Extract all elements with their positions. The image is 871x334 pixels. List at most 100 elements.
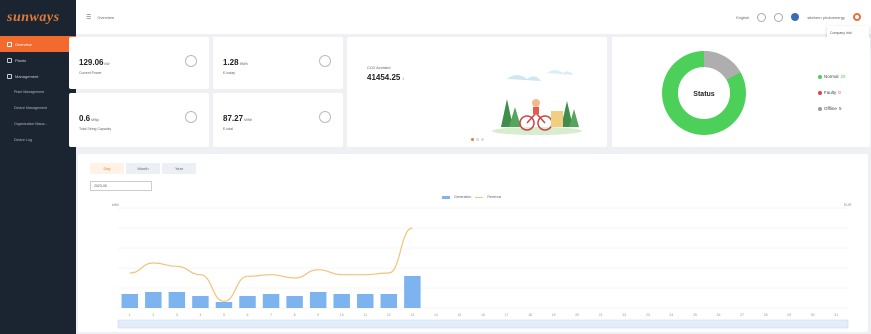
menu-toggle-icon[interactable]: ☰ [86, 14, 91, 21]
x-tick-label: 17 [505, 313, 509, 317]
normal-dot-icon [818, 74, 822, 79]
total-energy-icon [319, 111, 331, 123]
kpi-card-e-total: 87.27MWh E-total [213, 93, 343, 147]
sidebar-subitem-plant-management[interactable]: Plant Management [0, 84, 76, 100]
username[interactable]: sitebern photoenergy [807, 15, 845, 20]
co2-label: CO2 Avoided [367, 65, 391, 70]
language-select[interactable]: English [736, 15, 749, 20]
sidebar-item-management[interactable]: Management [0, 68, 76, 84]
x-tick-label: 27 [740, 313, 744, 317]
x-tick-label: 4 [199, 313, 201, 317]
kpi-value: 87.27MWh [223, 114, 253, 123]
tab-day[interactable]: Day [90, 163, 124, 174]
x-tick-label: 3 [176, 313, 178, 317]
period-tabs: Day Month Year [90, 163, 198, 174]
x-tick-label: 30 [811, 313, 815, 317]
x-tick-label: 10 [340, 313, 344, 317]
carousel-dot[interactable] [476, 138, 479, 141]
sidebar-item-plants[interactable]: Plants [0, 52, 76, 68]
kpi-card-e-today: 1.28MWh E-today [213, 37, 343, 89]
sidebar-item-label: Plants [15, 57, 27, 63]
x-tick-label: 6 [247, 313, 249, 317]
x-tick-label: 25 [693, 313, 697, 317]
generation-bar [121, 294, 139, 308]
sidebar-subitem-device-log[interactable]: Device Log [0, 132, 76, 148]
x-tick-label: 14 [434, 313, 438, 317]
sidebar-subitem-organization[interactable]: Organization Mana... [0, 116, 76, 132]
kpi-label: E-total [223, 127, 234, 131]
generation-bar [286, 296, 303, 308]
x-tick-label: 2 [152, 313, 154, 317]
kpi-value: 1.28MWh [223, 58, 248, 67]
offline-dot-icon [818, 106, 822, 111]
capacity-icon [185, 111, 197, 123]
generation-bar [404, 276, 421, 308]
x-tick-label: 20 [575, 313, 579, 317]
x-tick-label: 12 [387, 313, 391, 317]
x-tick-label: 9 [317, 313, 319, 317]
menu-item-company-info[interactable]: Company Info [830, 29, 866, 37]
x-tick-label: 5 [223, 313, 225, 317]
sidebar-subitem-device-management[interactable]: Device Management [0, 100, 76, 116]
carousel-dots[interactable] [471, 138, 484, 141]
carousel-dot[interactable] [471, 138, 474, 141]
x-tick-label: 1 [129, 313, 131, 317]
x-tick-label: 19 [552, 313, 556, 317]
faulty-dot-icon [818, 90, 822, 95]
generation-bar [239, 296, 256, 308]
kpi-value: 0.6MWp [79, 114, 100, 123]
tab-year[interactable]: Year [162, 163, 196, 174]
avatar[interactable] [791, 13, 800, 21]
management-icon [7, 73, 12, 79]
generation-bar [192, 296, 209, 308]
legend-faulty: Faulty 0 [818, 90, 841, 95]
kpi-card-current-power: 129.06kW Current Power [69, 37, 209, 89]
x-tick-label: 23 [646, 313, 650, 317]
x-tick-label: 7 [270, 313, 272, 317]
plant-icon [7, 57, 12, 63]
generation-bar [309, 292, 327, 308]
kpi-card-string-capacity: 0.6MWp Total String Capacity [69, 93, 209, 147]
topbar: ☰ Overview English sitebern photoenergy [76, 0, 871, 34]
gear-icon[interactable] [853, 13, 861, 21]
status-title: Status [693, 91, 715, 98]
tab-month[interactable]: Month [126, 163, 160, 174]
date-picker[interactable]: 2023-05 [90, 181, 152, 191]
kpi-label: Total String Capacity [79, 127, 112, 131]
topbar-right: English sitebern photoenergy [736, 12, 861, 22]
breadcrumb: Overview [97, 14, 115, 20]
generation-bar [145, 292, 162, 308]
carousel-dot[interactable] [481, 138, 484, 141]
sidebar-item-label: Overview [15, 41, 32, 47]
x-tick-label: 8 [294, 313, 296, 317]
sidebar-item-overview[interactable]: Overview [0, 36, 76, 52]
status-card: Status Normal 25 Faulty 0 Offline 5 [612, 37, 870, 147]
energy-icon [319, 55, 331, 67]
bell-icon[interactable] [774, 12, 784, 22]
x-tick-label: 21 [599, 313, 603, 317]
y-axis-label-right: EUR [844, 203, 852, 207]
legend-normal: Normal 25 [818, 74, 846, 79]
zoom-slider [117, 319, 849, 329]
revenue-line [129, 227, 413, 302]
generation-bar [357, 294, 374, 308]
generation-bar [168, 292, 186, 308]
cyclist-illustration [492, 70, 582, 135]
x-tick-label: 16 [481, 313, 485, 317]
generation-bar [262, 294, 280, 308]
help-icon[interactable] [757, 12, 767, 22]
co2-value: 41454.25 t [367, 73, 404, 82]
legend-offline: Offline 5 [818, 106, 841, 111]
home-icon [7, 41, 12, 47]
x-tick-label: 18 [528, 313, 532, 317]
x-tick-label: 11 [363, 313, 367, 317]
x-tick-label: 24 [669, 313, 673, 317]
x-tick-label: 31 [834, 313, 838, 317]
kpi-label: Current Power [79, 71, 102, 75]
x-tick-label: 13 [410, 313, 414, 317]
x-tick-label: 28 [764, 313, 768, 317]
generation-bar [333, 294, 350, 308]
x-tick-label: 29 [787, 313, 791, 317]
sidebar-item-label: Management [15, 73, 39, 79]
kpi-label: E-today [223, 71, 236, 75]
